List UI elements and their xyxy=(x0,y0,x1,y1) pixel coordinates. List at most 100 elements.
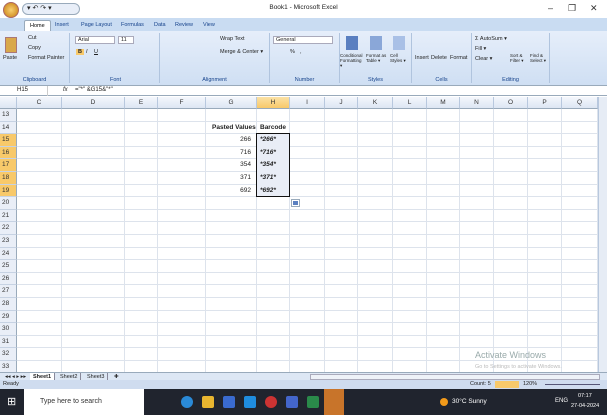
minimize-button[interactable]: – xyxy=(548,3,553,13)
tab-page-layout[interactable]: Page Layout xyxy=(76,20,117,31)
worksheet-grid[interactable]: C D E F G H I J K L M N O P Q 13 14 15 16 17 18 19 20 21 22 23 24 2… xyxy=(0,97,598,372)
row-header-20[interactable]: 20 xyxy=(0,197,17,210)
pasted-value-cell[interactable]: 716 xyxy=(206,147,251,160)
close-button[interactable]: ✕ xyxy=(590,3,598,14)
header-pasted-values[interactable]: Pasted Values xyxy=(212,122,256,135)
file-explorer-icon[interactable] xyxy=(202,396,214,408)
format-cells-button[interactable]: Format xyxy=(450,55,467,61)
pasted-value-cell[interactable]: 692 xyxy=(206,185,251,198)
row-header-16[interactable]: 16 xyxy=(0,146,17,160)
column-header-m[interactable]: M xyxy=(427,97,460,109)
column-header-f[interactable]: F xyxy=(158,97,206,109)
column-header-i[interactable]: I xyxy=(290,97,325,109)
row-header-29[interactable]: 29 xyxy=(0,310,17,324)
find-select-button[interactable]: Find & Select ▾ xyxy=(530,53,548,64)
language-indicator[interactable]: ENG xyxy=(555,398,568,404)
row-header-15[interactable]: 15 xyxy=(0,134,17,147)
zoom-level[interactable]: 120% xyxy=(523,380,537,389)
tab-insert[interactable]: Insert xyxy=(50,20,74,31)
zoom-slider[interactable] xyxy=(545,384,600,385)
row-header-13[interactable]: 13 xyxy=(0,109,17,122)
bold-button[interactable]: B xyxy=(76,49,84,55)
select-all-corner[interactable] xyxy=(0,97,17,109)
number-format-select[interactable]: General xyxy=(273,36,333,44)
column-header-q[interactable]: Q xyxy=(562,97,598,109)
underline-button[interactable]: U xyxy=(94,49,98,55)
delete-cells-button[interactable]: Delete xyxy=(431,55,447,61)
restore-button[interactable]: ❐ xyxy=(568,3,576,14)
pasted-value-cell[interactable]: 354 xyxy=(206,159,251,172)
column-header-g[interactable]: G xyxy=(206,97,257,109)
app-icon[interactable] xyxy=(265,396,277,408)
column-header-h[interactable]: H xyxy=(257,97,290,109)
app-icon-2[interactable] xyxy=(286,396,298,408)
tab-formulas[interactable]: Formulas xyxy=(116,20,149,31)
row-header-22[interactable]: 22 xyxy=(0,222,17,235)
conditional-formatting-button[interactable]: Conditional Formatting ▾ xyxy=(340,53,364,69)
store-icon[interactable] xyxy=(223,396,235,408)
clock-time[interactable]: 07:17 xyxy=(578,393,592,399)
weather-text[interactable]: 30°C Sunny xyxy=(452,398,487,405)
italic-button[interactable]: I xyxy=(86,49,88,55)
auto-fill-options-icon[interactable] xyxy=(291,199,300,208)
tab-review[interactable]: Review xyxy=(170,20,198,31)
merge-center-button[interactable]: Merge & Center ▾ xyxy=(220,49,263,55)
row-header-14[interactable]: 14 xyxy=(0,121,17,135)
column-header-n[interactable]: N xyxy=(460,97,494,109)
row-header-30[interactable]: 30 xyxy=(0,323,17,336)
format-as-table-button[interactable]: Format as Table ▾ xyxy=(366,53,388,64)
column-header-k[interactable]: K xyxy=(358,97,393,109)
autosum-button[interactable]: Σ AutoSum ▾ xyxy=(475,36,507,42)
excel-icon[interactable] xyxy=(307,396,319,408)
format-painter-button[interactable]: Format Painter xyxy=(28,55,64,61)
font-name-select[interactable]: Arial xyxy=(75,36,115,44)
row-header-18[interactable]: 18 xyxy=(0,172,17,185)
column-header-p[interactable]: P xyxy=(528,97,562,109)
row-header-19[interactable]: 19 xyxy=(0,184,17,198)
tab-data[interactable]: Data xyxy=(149,20,171,31)
column-header-d[interactable]: D xyxy=(62,97,125,109)
row-header-21[interactable]: 21 xyxy=(0,209,17,223)
pasted-value-cell[interactable]: 371 xyxy=(206,172,251,185)
vertical-scrollbar[interactable] xyxy=(598,97,607,372)
wrap-text-button[interactable]: Wrap Text xyxy=(220,36,245,42)
paste-button[interactable]: Paste xyxy=(3,55,17,61)
column-header-l[interactable]: L xyxy=(393,97,427,109)
row-header-25[interactable]: 25 xyxy=(0,260,17,273)
row-header-33[interactable]: 33 xyxy=(0,361,17,372)
font-size-select[interactable]: 11 xyxy=(118,36,134,44)
column-header-c[interactable]: C xyxy=(17,97,62,109)
view-buttons[interactable] xyxy=(495,381,519,388)
column-header-o[interactable]: O xyxy=(494,97,528,109)
formula-input[interactable]: ="*" &G15&"*" xyxy=(75,87,113,93)
tab-home[interactable]: Home xyxy=(24,20,51,31)
percent-button[interactable]: % xyxy=(290,49,295,55)
comma-button[interactable]: , xyxy=(300,49,302,55)
row-header-26[interactable]: 26 xyxy=(0,272,17,286)
row-header-31[interactable]: 31 xyxy=(0,335,17,349)
name-box[interactable]: H15 xyxy=(0,86,48,96)
start-button[interactable]: ⊞ xyxy=(7,395,16,408)
row-header-17[interactable]: 17 xyxy=(0,159,17,172)
cell-styles-button[interactable]: Cell Styles ▾ xyxy=(390,53,410,64)
copy-button[interactable]: Copy xyxy=(28,45,41,51)
cut-button[interactable]: Cut xyxy=(28,35,37,41)
tab-view[interactable]: View xyxy=(198,20,220,31)
fill-button[interactable]: Fill ▾ xyxy=(475,46,486,52)
clock-date[interactable]: 27-04-2024 xyxy=(571,403,599,409)
pasted-value-cell[interactable]: 266 xyxy=(206,134,251,147)
row-header-27[interactable]: 27 xyxy=(0,285,17,298)
row-header-23[interactable]: 23 xyxy=(0,235,17,248)
row-header-32[interactable]: 32 xyxy=(0,348,17,361)
edge-icon[interactable] xyxy=(181,396,193,408)
taskbar-search[interactable]: Type here to search xyxy=(24,389,144,415)
row-header-24[interactable]: 24 xyxy=(0,247,17,261)
fx-icon[interactable]: fx xyxy=(63,87,68,93)
settings-icon[interactable] xyxy=(324,389,344,415)
insert-cells-button[interactable]: Insert xyxy=(415,55,429,61)
column-header-e[interactable]: E xyxy=(125,97,158,109)
clear-button[interactable]: Clear ▾ xyxy=(475,56,492,62)
mail-icon[interactable] xyxy=(244,396,256,408)
sort-filter-button[interactable]: Sort & Filter ▾ xyxy=(510,53,528,64)
row-header-28[interactable]: 28 xyxy=(0,298,17,311)
